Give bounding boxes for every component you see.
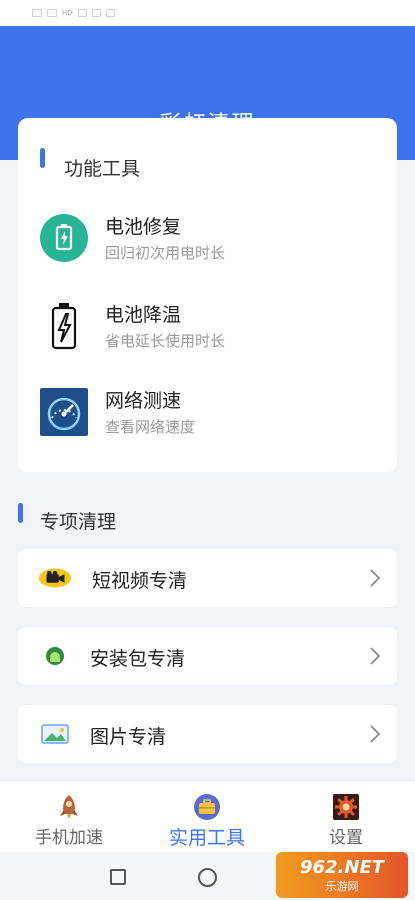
- section-title-tools: 功能工具: [64, 158, 141, 180]
- notification-icon: [77, 9, 87, 17]
- rocket-icon: [55, 793, 83, 821]
- tab-phone-boost[interactable]: 手机加速: [0, 781, 138, 853]
- list-item-label: 短视频专清: [92, 570, 188, 592]
- video-camera-icon: [38, 566, 72, 590]
- picture-icon: [38, 722, 72, 746]
- status-bar: HD: [0, 0, 415, 26]
- list-item-install-package[interactable]: 安装包专清: [18, 627, 397, 685]
- tools-card: 功能工具 电池修复 回归初次用电时长 电池降温 省电延长使用时长 网络测速 查看…: [18, 118, 397, 472]
- tool-item-battery-repair[interactable]: 电池修复 回归初次用电时长: [40, 202, 380, 272]
- tool-item-network-speed[interactable]: 网络测速 查看网络速度: [40, 376, 380, 446]
- tool-subtitle: 查看网络速度: [105, 418, 196, 436]
- battery-cool-icon: [40, 302, 88, 350]
- tab-settings[interactable]: 设置: [277, 781, 415, 853]
- bottom-tab-bar: 手机加速 实用工具 设置: [0, 780, 415, 852]
- notification-icon: [105, 9, 115, 17]
- chevron-right-icon: [370, 725, 381, 743]
- toolbox-icon: [193, 793, 221, 821]
- tool-subtitle: 省电延长使用时长: [105, 332, 226, 350]
- tool-title: 电池降温: [105, 304, 182, 326]
- chevron-right-icon: [370, 569, 381, 587]
- battery-repair-icon: [40, 214, 88, 262]
- chevron-right-icon: [370, 647, 381, 665]
- list-item-short-video[interactable]: 短视频专清: [18, 549, 397, 607]
- tool-item-battery-cool[interactable]: 电池降温 省电延长使用时长: [40, 290, 380, 360]
- gear-icon: [332, 793, 360, 821]
- list-item-pictures[interactable]: 图片专清: [18, 705, 397, 763]
- tab-utility-tools[interactable]: 实用工具: [138, 781, 276, 853]
- section-title-special: 专项清理: [40, 511, 117, 533]
- list-item-label: 图片专清: [90, 726, 167, 748]
- tool-title: 电池修复: [105, 216, 182, 238]
- status-text: HD: [62, 9, 73, 17]
- home-button[interactable]: [198, 868, 217, 887]
- tab-label: 手机加速: [35, 828, 103, 848]
- section-accent-bar: [40, 148, 45, 168]
- watermark-subtext: 乐游网: [325, 879, 359, 893]
- tab-label: 实用工具: [168, 827, 245, 849]
- section-accent-bar: [18, 503, 23, 523]
- tool-title: 网络测速: [105, 390, 182, 412]
- recent-apps-button[interactable]: [110, 869, 126, 885]
- list-item-label: 安装包专清: [90, 648, 186, 670]
- android-package-icon: [38, 644, 72, 668]
- wifi-icon: [47, 9, 57, 17]
- signal-icon: [32, 9, 42, 17]
- tool-subtitle: 回归初次用电时长: [105, 244, 226, 262]
- watermark-text: 962.NET: [299, 856, 385, 878]
- speedometer-icon: [40, 388, 88, 436]
- watermark-logo: 962.NET 乐游网: [276, 852, 408, 898]
- notification-icon: [91, 9, 101, 17]
- tab-label: 设置: [329, 828, 363, 848]
